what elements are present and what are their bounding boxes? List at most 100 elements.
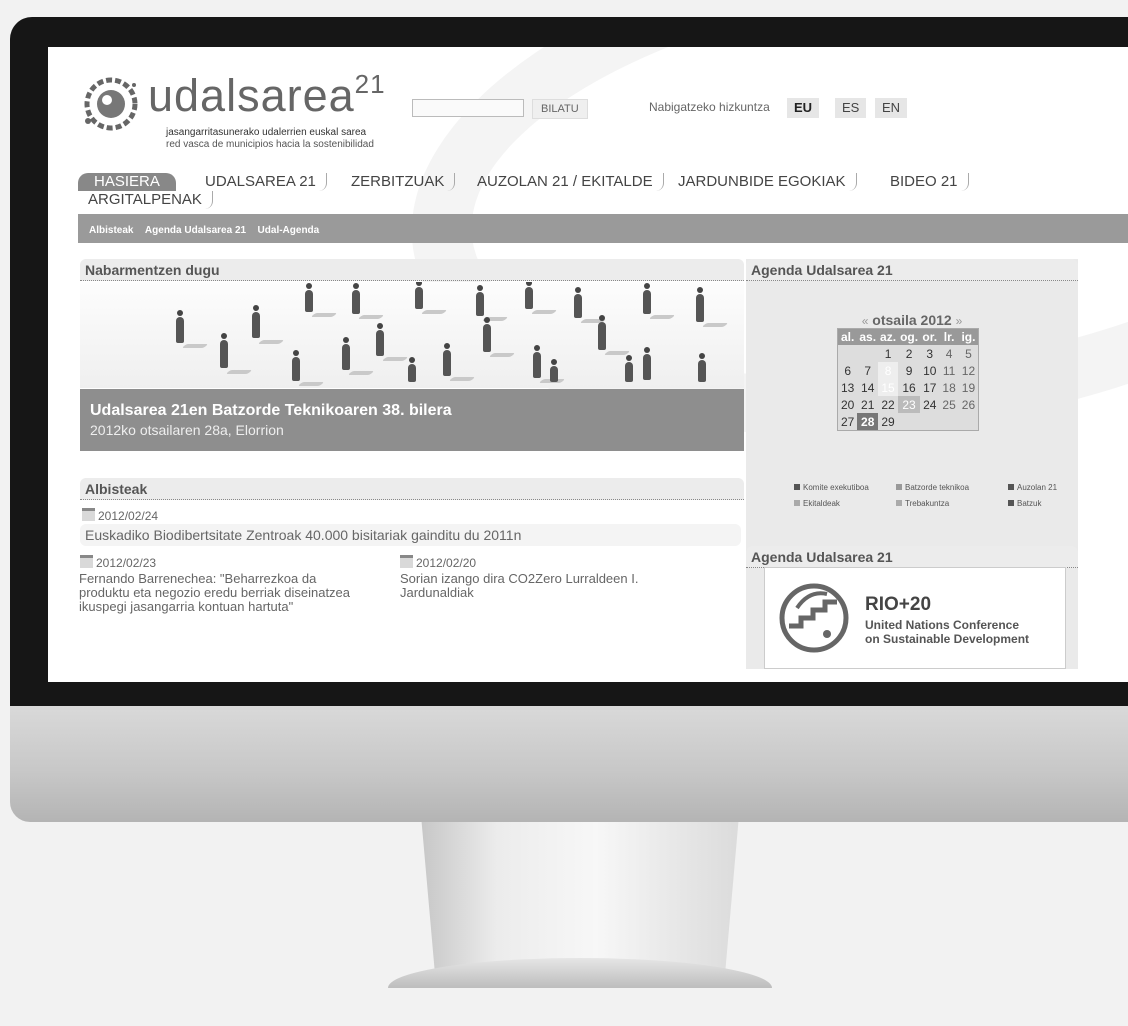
browser-screen: udalsarea21 jasangarritasunerako udalerr…: [48, 47, 1128, 682]
calendar-day[interactable]: 21: [857, 396, 878, 413]
site-logo[interactable]: udalsarea21 jasangarritasunerako udalerr…: [78, 67, 398, 157]
tab-jardunbide-egokiak[interactable]: JARDUNBIDE EGOKIAK: [668, 173, 857, 191]
calendar-day[interactable]: 12: [959, 362, 979, 379]
legend-swatch: [1008, 500, 1014, 506]
featured-caption[interactable]: Udalsarea 21en Batzorde Teknikoaren 38. …: [80, 389, 744, 451]
calendar-day[interactable]: 29: [878, 413, 898, 431]
calendar-day[interactable]: 22: [878, 396, 898, 413]
news-date: 2012/02/20: [400, 555, 476, 570]
logo-tagline-es: red vasca de municipios hacia la sosteni…: [166, 139, 374, 150]
lang-es-button[interactable]: ES: [835, 98, 867, 118]
calendar-empty-cell: [959, 413, 979, 431]
legend-label: Ekitaldeak: [803, 499, 840, 508]
calendar-day[interactable]: 6: [838, 362, 858, 379]
tab-argitalpenak[interactable]: ARGITALPENAK: [78, 191, 213, 209]
news-date: 2012/02/24: [82, 508, 158, 523]
calendar-empty-cell: [939, 413, 958, 431]
legend-swatch: [896, 484, 902, 490]
legend-item: Ekitaldeak: [794, 499, 840, 508]
sub-nav: Albisteak Agenda Udalsarea 21 Udal-Agend…: [78, 214, 1128, 243]
monitor-stand: [421, 822, 739, 972]
news-heading: Albisteak: [80, 478, 744, 500]
logo-tagline-eu: jasangarritasunerako udalerrien euskal s…: [166, 127, 367, 138]
calendar-day[interactable]: 26: [959, 396, 979, 413]
news-title-link[interactable]: Euskadiko Biodibertsitate Zentroak 40.00…: [80, 524, 741, 546]
calendar-day[interactable]: 25: [939, 396, 958, 413]
calendar-weekday: lr.: [939, 328, 959, 345]
subnav-agenda-udalsarea-21[interactable]: Agenda Udalsarea 21: [145, 225, 246, 236]
calendar-day[interactable]: 18: [939, 379, 958, 396]
calendar-day[interactable]: 4: [939, 345, 958, 362]
rio20-title: RIO+20: [865, 594, 932, 615]
calendar-day[interactable]: 5: [959, 345, 979, 362]
news-title-link[interactable]: Sorian izango dira CO2Zero Lurraldeen I.…: [400, 572, 638, 600]
calendar-day[interactable]: 10: [920, 362, 939, 379]
legend-swatch: [794, 484, 800, 490]
tab-auzolan-21-ekitalde[interactable]: AUZOLAN 21 / EKITALDE: [467, 173, 664, 191]
calendar-day[interactable]: 28: [857, 413, 879, 431]
tab-bideo-21[interactable]: BIDEO 21: [880, 173, 969, 191]
rio20-banner[interactable]: RIO+20 United Nations Conference on Sust…: [764, 567, 1066, 669]
prev-month-button[interactable]: «: [862, 314, 869, 328]
agenda2-heading: Agenda Udalsarea 21: [746, 546, 1078, 568]
globe-icon: [84, 77, 138, 131]
calendar-day[interactable]: 1: [878, 345, 898, 362]
tab-udalsarea-21[interactable]: UDALSAREA 21: [195, 173, 327, 191]
logo-wordmark: udalsarea21: [148, 69, 386, 121]
lang-en-button[interactable]: EN: [875, 98, 908, 118]
lang-eu-button[interactable]: EU: [787, 98, 820, 118]
calendar-day[interactable]: 17: [920, 379, 939, 396]
calendar-day[interactable]: 16: [898, 379, 920, 396]
subnav-udal-agenda[interactable]: Udal-Agenda: [258, 225, 320, 236]
calendar-weekday: or.: [920, 328, 940, 345]
search-button[interactable]: BILATU: [532, 99, 588, 119]
legend-label: Batzorde teknikoa: [905, 483, 970, 492]
featured-subtitle: 2012ko otsailaren 28a, Elorrion: [90, 422, 284, 438]
legend-swatch: [1008, 484, 1014, 490]
calendar-day[interactable]: 20: [838, 396, 858, 413]
search-input[interactable]: [412, 99, 524, 117]
calendar-day[interactable]: 19: [959, 379, 979, 396]
calendar-weekday: og.: [898, 328, 921, 345]
calendar-day[interactable]: 15: [878, 379, 899, 396]
calendar-day[interactable]: 23: [898, 396, 921, 413]
calendar-day[interactable]: 24: [920, 396, 939, 413]
calendar-weekday: ig.: [958, 328, 979, 345]
calendar-day[interactable]: 27: [838, 413, 858, 431]
calendar-day[interactable]: 14: [857, 379, 878, 396]
sidebar: Agenda Udalsarea 21 « otsaila 2012 » al.…: [746, 259, 1078, 669]
tab-hasiera[interactable]: HASIERA: [78, 173, 176, 191]
calendar-empty-cell: [898, 413, 920, 431]
calendar-day[interactable]: 2: [898, 345, 920, 362]
calendar-icon: [82, 508, 95, 521]
calendar-empty-cell: [838, 345, 858, 362]
calendar-weekday: as.: [857, 328, 879, 345]
calendar-day[interactable]: 7: [857, 362, 878, 379]
calendar-icon: [80, 555, 93, 568]
rio20-subtitle-2: on Sustainable Development: [865, 632, 1030, 646]
calendar-icon: [400, 555, 413, 568]
legend-swatch: [896, 500, 902, 506]
featured-image[interactable]: [80, 282, 744, 388]
legend-item: Batzuk: [1008, 499, 1041, 508]
subnav-albisteak[interactable]: Albisteak: [89, 225, 133, 236]
tab-zerbitzuak[interactable]: ZERBITZUAK: [341, 173, 456, 191]
rio20-logo-icon: [779, 583, 849, 653]
legend-item: Auzolan 21: [1008, 483, 1057, 492]
calendar-day[interactable]: 3: [920, 345, 939, 362]
featured-title[interactable]: Udalsarea 21en Batzorde Teknikoaren 38. …: [90, 402, 452, 420]
calendar-day[interactable]: 13: [838, 379, 858, 396]
news-date: 2012/02/23: [80, 555, 156, 570]
legend-label: Trebakuntza: [905, 499, 950, 508]
legend-label: Komite exekutiboa: [803, 483, 869, 492]
next-month-button[interactable]: »: [956, 314, 963, 328]
calendar-day[interactable]: 11: [939, 362, 958, 379]
featured-heading: Nabarmentzen dugu: [80, 259, 744, 281]
monitor-chin: [10, 706, 1128, 822]
calendar-day[interactable]: 9: [898, 362, 920, 379]
calendar-grid: al. as. az. og. or. lr. ig. 1 2 3 4 5 6 7 8 9 10 11 12 13 1…: [837, 328, 980, 431]
legend-item: Batzorde teknikoa: [896, 483, 969, 492]
legend-swatch: [794, 500, 800, 506]
news-title-link[interactable]: Fernando Barrenechea: "Beharrezkoa da pr…: [79, 572, 350, 614]
calendar-day[interactable]: 8: [878, 362, 899, 379]
